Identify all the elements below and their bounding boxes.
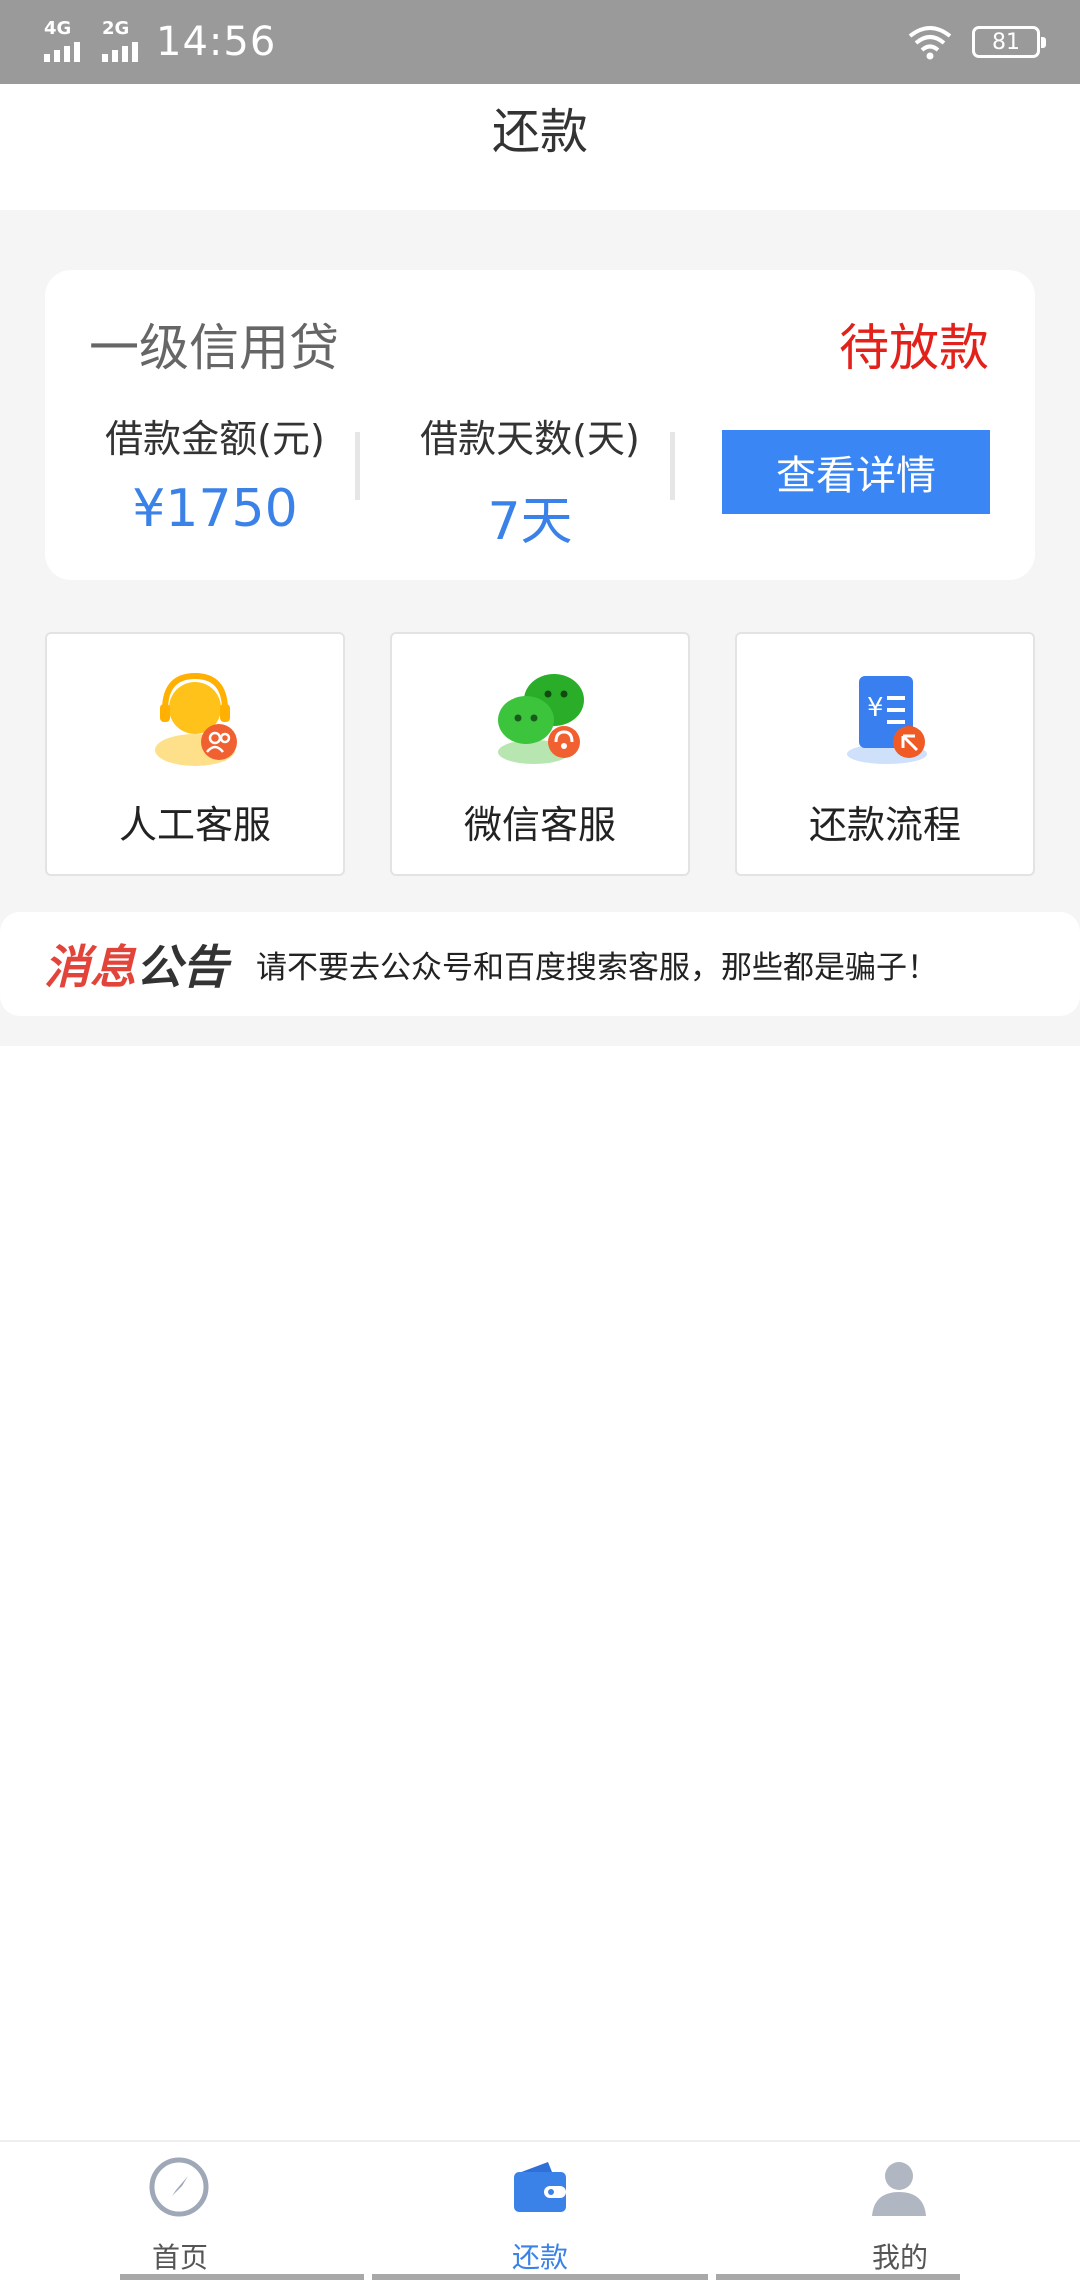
- page-header: 还款: [0, 84, 1080, 210]
- stat-divider: [355, 432, 360, 500]
- loan-amount-label: 借款金额(元): [105, 417, 325, 461]
- nav-tab-home[interactable]: 首页: [0, 2142, 360, 2282]
- battery-level: 81: [992, 29, 1020, 55]
- service-wechat-support[interactable]: 微信客服: [390, 632, 690, 876]
- nav-label: 首页: [151, 2241, 208, 2274]
- loan-card: 一级信用贷 待放款 借款金额(元) ¥1750 借款天数(天) 7天 查看详情: [45, 270, 1035, 580]
- network-type-1: 4G: [44, 18, 72, 39]
- wifi-icon: [908, 26, 952, 60]
- view-details-button[interactable]: 查看详情: [722, 430, 990, 514]
- notice-tag: 消息 公告: [44, 931, 228, 997]
- bottom-indicator: [372, 2274, 708, 2280]
- network-type-2: 2G: [102, 18, 130, 39]
- loan-days-value: 7天: [487, 492, 573, 552]
- battery-icon: 81: [972, 26, 1046, 58]
- repayment-process-icon: ¥: [847, 676, 927, 764]
- nav-tab-mine[interactable]: 我的: [720, 2142, 1080, 2282]
- service-manual-support[interactable]: 人工客服: [45, 632, 345, 876]
- main-content: 一级信用贷 待放款 借款金额(元) ¥1750 借款天数(天) 7天 查看详情: [0, 210, 1080, 1046]
- loan-days-label: 借款天数(天): [420, 417, 640, 461]
- service-grid: 人工客服 微信客服 ¥ 还款流程: [45, 632, 1035, 876]
- loan-days-stat: 借款天数(天) 7天: [380, 408, 680, 554]
- notice-text: 请不要去公众号和百度搜索客服，那些都是骗子！: [256, 949, 938, 986]
- service-label: 人工客服: [118, 803, 271, 847]
- notice-bar[interactable]: 消息 公告 请不要去公众号和百度搜索客服，那些都是骗子！: [0, 912, 1080, 1016]
- loan-product-name: 一级信用贷: [89, 319, 339, 377]
- wallet-icon: [514, 2162, 566, 2212]
- signal-2g-icon: 2G: [102, 20, 146, 64]
- wechat-icon: [498, 674, 584, 764]
- stat-divider: [670, 432, 675, 500]
- service-label: 微信客服: [463, 803, 616, 847]
- status-bar: 4G 2G 14:56 81: [0, 0, 1080, 84]
- notice-tag-part2: 公告: [136, 940, 228, 994]
- service-repayment-process[interactable]: ¥ 还款流程: [735, 632, 1035, 876]
- loan-amount-stat: 借款金额(元) ¥1750: [65, 408, 365, 539]
- signal-group: 4G 2G: [44, 20, 146, 64]
- bottom-indicator: [716, 2274, 960, 2280]
- service-label: 还款流程: [808, 803, 961, 847]
- signal-4g-icon: 4G: [44, 20, 88, 64]
- nav-tab-repayment[interactable]: 还款: [360, 2142, 720, 2282]
- customer-service-icon: [155, 672, 237, 766]
- loan-status-badge: 待放款: [839, 319, 989, 377]
- svg-text:¥: ¥: [867, 693, 884, 723]
- nav-label: 还款: [511, 2241, 568, 2274]
- notice-tag-part1: 消息: [44, 940, 136, 994]
- user-icon: [872, 2162, 926, 2216]
- status-time: 14:56: [156, 19, 277, 65]
- loan-amount-value: ¥1750: [132, 479, 298, 539]
- nav-label: 我的: [871, 2241, 928, 2274]
- bottom-indicator: [120, 2274, 364, 2280]
- bottom-nav: 首页 还款 我的: [0, 2140, 1080, 2280]
- compass-icon: [149, 2157, 209, 2217]
- page-title: 还款: [491, 104, 588, 160]
